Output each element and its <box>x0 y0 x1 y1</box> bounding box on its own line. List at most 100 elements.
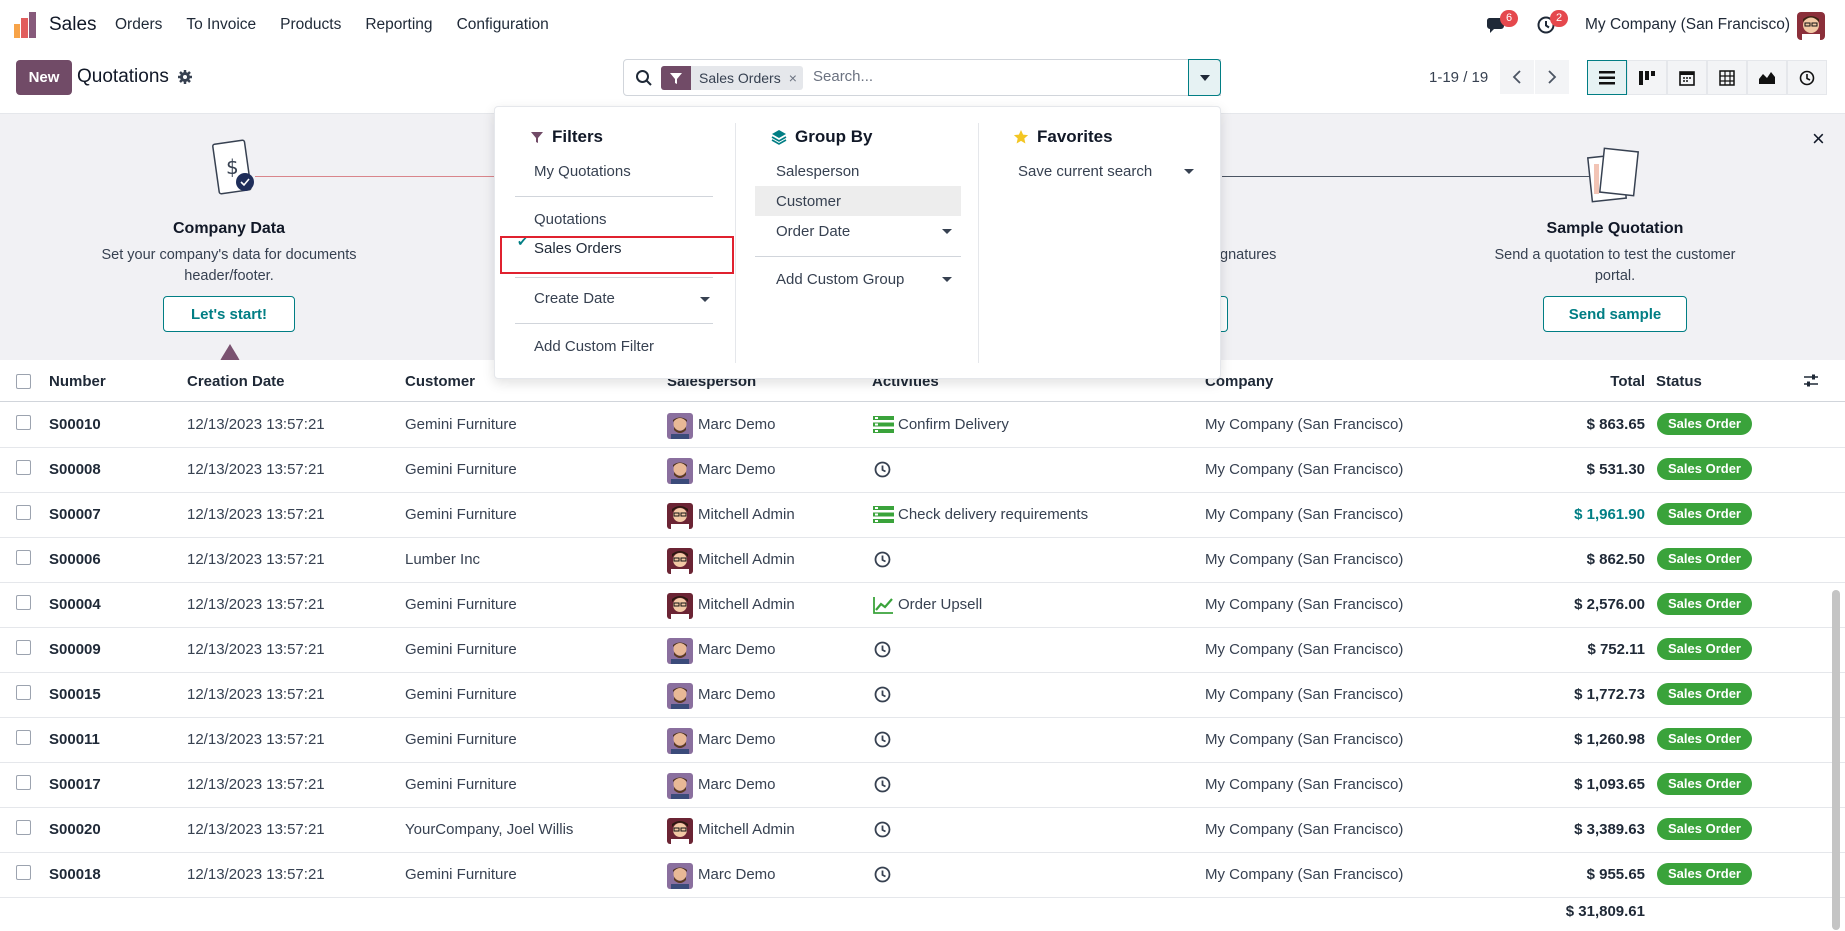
row-checkbox[interactable] <box>16 550 31 565</box>
clock-icon[interactable] <box>873 685 894 704</box>
sales-app-icon[interactable] <box>14 12 38 38</box>
activity-view-button[interactable] <box>1787 60 1827 95</box>
app-name[interactable]: Sales <box>49 14 97 36</box>
order-number[interactable]: S00015 <box>49 686 101 703</box>
clock-icon[interactable] <box>873 865 894 884</box>
calendar-view-button[interactable] <box>1667 60 1707 95</box>
table-row[interactable]: S00017 12/13/2023 13:57:21 Gemini Furnitur… <box>0 763 1845 808</box>
status-badge: Sales Order <box>1657 413 1752 435</box>
clock-icon[interactable] <box>873 730 894 749</box>
group-by-heading: Group By <box>771 127 872 147</box>
row-checkbox[interactable] <box>16 640 31 655</box>
step4-send-sample-button[interactable]: Send sample <box>1543 296 1687 332</box>
row-checkbox[interactable] <box>16 415 31 430</box>
table-row[interactable]: S00011 12/13/2023 13:57:21 Gemini Furnitur… <box>0 718 1845 763</box>
user-avatar[interactable] <box>1797 12 1825 40</box>
filter-my-quotations[interactable]: My Quotations <box>534 163 631 180</box>
pager-value[interactable]: 1-19 / 19 <box>1429 69 1488 86</box>
order-number[interactable]: S00009 <box>49 641 101 658</box>
row-checkbox[interactable] <box>16 730 31 745</box>
order-number[interactable]: S00011 <box>49 731 100 748</box>
table-row[interactable]: S00008 12/13/2023 13:57:21 Gemini Furnitur… <box>0 448 1845 493</box>
todo-list-icon[interactable] <box>873 505 894 524</box>
company-switcher[interactable]: My Company (San Francisco) <box>1585 16 1790 34</box>
select-all-checkbox[interactable] <box>16 374 31 389</box>
order-number[interactable]: S00007 <box>49 506 101 523</box>
clock-icon <box>1799 70 1815 85</box>
order-number[interactable]: S00008 <box>49 461 101 478</box>
column-status[interactable]: Status <box>1656 373 1702 390</box>
search-options-toggle[interactable] <box>1188 59 1221 96</box>
row-checkbox[interactable] <box>16 460 31 475</box>
menu-products[interactable]: Products <box>280 16 341 34</box>
table-row[interactable]: S00007 12/13/2023 13:57:21 Gemini Furnitur… <box>0 493 1845 538</box>
activities-button[interactable]: 2 <box>1536 10 1568 36</box>
order-number[interactable]: S00004 <box>49 596 101 613</box>
row-checkbox[interactable] <box>16 685 31 700</box>
table-row[interactable]: S00015 12/13/2023 13:57:21 Gemini Furnitur… <box>0 673 1845 718</box>
search-input[interactable] <box>813 68 1193 85</box>
step1-start-button[interactable]: Let's start! <box>163 296 295 332</box>
todo-list-icon[interactable] <box>873 415 894 434</box>
messages-button[interactable]: 6 <box>1486 10 1518 36</box>
group-by-salesperson[interactable]: Salesperson <box>776 163 859 180</box>
caret-down-icon <box>700 297 710 302</box>
clock-icon[interactable] <box>873 775 894 794</box>
table-row[interactable]: S00018 12/13/2023 13:57:21 Gemini Furnitur… <box>0 853 1845 898</box>
table-row[interactable]: S00006 12/13/2023 13:57:21 Lumber Inc Mitch… <box>0 538 1845 583</box>
clock-icon[interactable] <box>873 460 894 479</box>
graph-view-button[interactable] <box>1747 60 1787 95</box>
table-row[interactable]: S00009 12/13/2023 13:57:21 Gemini Furnitur… <box>0 628 1845 673</box>
pager-previous-button[interactable] <box>1500 60 1534 94</box>
list-view-button[interactable] <box>1587 60 1627 95</box>
gear-icon[interactable] <box>177 69 193 85</box>
column-number[interactable]: Number <box>49 373 106 390</box>
column-creation-date[interactable]: Creation Date <box>187 373 285 390</box>
order-number[interactable]: S00006 <box>49 551 101 568</box>
row-checkbox[interactable] <box>16 595 31 610</box>
order-number[interactable]: S00010 <box>49 416 101 433</box>
row-checkbox[interactable] <box>16 505 31 520</box>
facet-remove-button[interactable]: × <box>789 70 803 86</box>
row-checkbox[interactable] <box>16 775 31 790</box>
activity-summary[interactable]: Confirm Delivery <box>898 416 1009 433</box>
trend-up-icon[interactable] <box>873 595 894 614</box>
clock-icon[interactable] <box>873 550 894 569</box>
table-row[interactable]: S00020 12/13/2023 13:57:21 YourCompany, Jo… <box>0 808 1845 853</box>
kanban-view-button[interactable] <box>1627 60 1667 95</box>
optional-columns-icon[interactable] <box>1803 373 1819 389</box>
menu-reporting[interactable]: Reporting <box>365 16 432 34</box>
add-custom-filter[interactable]: Add Custom Filter <box>534 338 654 355</box>
group-by-customer[interactable]: Customer <box>776 193 841 210</box>
filters-title: Filters <box>552 127 604 146</box>
search-icon[interactable] <box>635 69 653 87</box>
column-customer[interactable]: Customer <box>405 373 475 390</box>
menu-to-invoice[interactable]: To Invoice <box>186 16 256 34</box>
filter-create-date[interactable]: Create Date <box>534 290 615 307</box>
filter-quotations[interactable]: Quotations <box>534 211 607 228</box>
add-custom-group[interactable]: Add Custom Group <box>776 271 904 288</box>
column-divider <box>978 123 979 363</box>
activity-summary[interactable]: Order Upsell <box>898 596 982 613</box>
row-checkbox[interactable] <box>16 865 31 880</box>
menu-orders[interactable]: Orders <box>115 16 162 34</box>
scrollbar[interactable] <box>1832 590 1840 930</box>
order-number[interactable]: S00018 <box>49 866 101 883</box>
pivot-view-button[interactable] <box>1707 60 1747 95</box>
clock-icon[interactable] <box>873 820 894 839</box>
table-row[interactable]: S00010 12/13/2023 13:57:21 Gemini Furnitur… <box>0 403 1845 448</box>
row-checkbox[interactable] <box>16 820 31 835</box>
pager-next-button[interactable] <box>1535 60 1569 94</box>
save-current-search[interactable]: Save current search <box>1018 163 1152 180</box>
clock-icon[interactable] <box>873 640 894 659</box>
column-total[interactable]: Total <box>1610 373 1645 390</box>
order-number[interactable]: S00017 <box>49 776 101 793</box>
menu-configuration[interactable]: Configuration <box>457 16 549 34</box>
order-number[interactable]: S00020 <box>49 821 101 838</box>
group-by-order-date[interactable]: Order Date <box>776 223 850 240</box>
favorites-title: Favorites <box>1037 127 1113 146</box>
close-banner-button[interactable]: × <box>1812 126 1825 152</box>
new-button[interactable]: New <box>16 60 72 95</box>
activity-summary[interactable]: Check delivery requirements <box>898 506 1088 523</box>
table-row[interactable]: S00004 12/13/2023 13:57:21 Gemini Furnitur… <box>0 583 1845 628</box>
